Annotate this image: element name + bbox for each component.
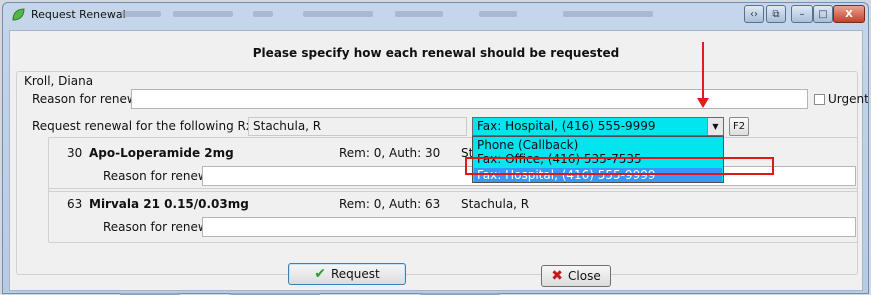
title-bar[interactable]: Request Renewal ‹› ⧉ – □ X (3, 3, 868, 27)
chevron-down-icon[interactable]: ▼ (707, 118, 723, 135)
rx-rem-auth: Rem: 0, Auth: 30 (339, 146, 441, 160)
patient-name: Kroll, Diana (24, 74, 94, 88)
request-button-label: Request (330, 267, 380, 281)
dialog-heading: Please specify how each renewal should b… (252, 46, 620, 60)
leaf-icon (12, 8, 25, 21)
close-window-button[interactable]: X (833, 5, 865, 23)
background-text-blur (121, 11, 161, 17)
f2-button[interactable]: F2 (729, 117, 749, 136)
renewal-method-select[interactable]: Fax: Hospital, (416) 555-9999 (472, 117, 724, 136)
annotation-highlight-box (465, 157, 774, 175)
rx-name: Apo-Loperamide 2mg (89, 146, 234, 160)
nav-button[interactable]: ‹› (744, 5, 764, 23)
x-icon: ✖ (551, 268, 564, 284)
request-renewal-window: Request Renewal ‹› ⧉ – □ X Please specif… (2, 2, 869, 294)
checkmark-icon: ✔ (314, 266, 326, 282)
annotation-arrow-head (697, 98, 709, 108)
background-text-blur (395, 11, 443, 17)
rx-reason-input[interactable] (202, 217, 856, 237)
urgent-label: Urgent (828, 92, 869, 106)
background-text-blur (303, 11, 373, 17)
rx-name: Mirvala 21 0.15/0.03mg (89, 197, 249, 211)
restore-icon[interactable]: ⧉ (766, 5, 786, 23)
prescriber-field: Stachula, R (248, 117, 467, 136)
background-text-blur (479, 11, 517, 17)
rx-rem-auth: Rem: 0, Auth: 63 (339, 197, 441, 211)
request-button[interactable]: ✔ Request (288, 263, 406, 285)
rx-qty: 30 (67, 146, 83, 160)
background-text-blur (173, 11, 233, 17)
close-button[interactable]: ✖ Close (541, 265, 611, 287)
background-text-blur (253, 11, 273, 17)
annotation-arrow (702, 42, 704, 100)
rx-qty: 63 (67, 197, 83, 211)
maximize-button[interactable]: □ (813, 5, 833, 23)
minimize-button[interactable]: – (791, 5, 813, 23)
background-text-blur (563, 11, 653, 17)
close-button-label: Close (568, 269, 601, 283)
rx-row: 63 Mirvala 21 0.15/0.03mg Rem: 0, Auth: … (48, 188, 858, 243)
rx-prescriber: Stachula, R (461, 197, 530, 211)
dropdown-option[interactable]: Phone (Callback) (477, 138, 578, 152)
window-title: Request Renewal (31, 8, 126, 21)
urgent-checkbox[interactable] (814, 94, 825, 105)
